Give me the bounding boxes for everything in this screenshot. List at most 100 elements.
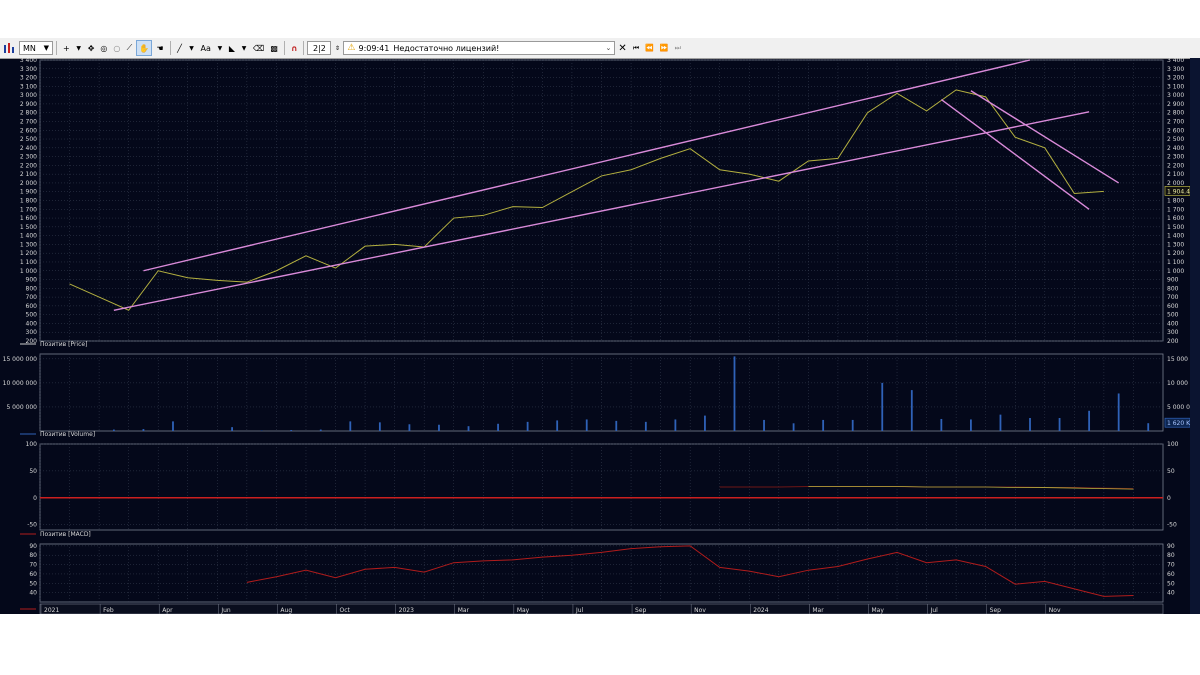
y-tick-label-right: 15 000 0 xyxy=(1167,356,1190,363)
legend-label: Позитив [Price] xyxy=(40,341,87,348)
clear-drawings-icon[interactable]: ▩ xyxy=(268,40,280,56)
time-axis-label: 2023 xyxy=(399,607,414,614)
y-tick-label-right: 2 400 xyxy=(1167,145,1184,152)
y-tick-label-right: 1 400 xyxy=(1167,233,1184,240)
volume-bar xyxy=(1147,423,1150,431)
last-volume-label: 1 620 K xyxy=(1167,420,1190,427)
panel-frame xyxy=(39,353,1164,432)
volume-bar xyxy=(851,419,854,431)
y-tick-label-right: 3 400 xyxy=(1167,58,1184,64)
time-axis-label: Jul xyxy=(930,607,939,614)
y-tick-label-left: 3 200 xyxy=(20,75,37,82)
y-tick-label-right: 40 xyxy=(1167,590,1175,597)
y-tick-label-left: 2 800 xyxy=(20,110,37,117)
volume-bar xyxy=(970,419,972,431)
volume-bar xyxy=(792,423,795,431)
y-tick-label-right: 2 600 xyxy=(1167,127,1184,134)
chart-type-icon[interactable] xyxy=(1,40,18,56)
close-icon[interactable]: ✕ xyxy=(616,40,628,56)
y-tick-label-left: 50 xyxy=(29,468,37,475)
warning-icon: ⚠ xyxy=(347,43,356,53)
ruler-icon[interactable]: ⟋ xyxy=(124,40,134,56)
time-axis-label: Aug xyxy=(280,607,292,614)
chevron-down-icon: ⌄ xyxy=(605,44,612,52)
text-tool-icon[interactable]: Aa xyxy=(199,40,213,56)
dropdown-arrow-icon[interactable]: ▼ xyxy=(187,40,197,56)
message-time: 9:09:41 xyxy=(358,43,390,53)
circle-icon[interactable]: ○ xyxy=(111,40,122,56)
dropdown-arrow-icon[interactable]: ▼ xyxy=(239,40,249,56)
volume-bar xyxy=(615,420,618,431)
pan-hand-icon[interactable]: ✋ xyxy=(136,40,153,56)
y-tick-label-right: 1 500 xyxy=(1167,224,1184,231)
y-tick-label-right: 600 xyxy=(1167,303,1179,310)
y-tick-label-right: 1 800 xyxy=(1167,198,1184,205)
next-page-icon[interactable]: ⏩ xyxy=(658,40,671,56)
y-tick-label-left: 600 xyxy=(26,303,38,310)
volume-bar xyxy=(408,424,411,431)
last-page-icon[interactable]: ⏭ xyxy=(673,40,683,56)
time-axis-label: Mar xyxy=(812,607,824,614)
y-tick-label-right: 3 000 xyxy=(1167,92,1184,99)
target-icon[interactable]: ◎ xyxy=(98,40,109,56)
volume-bar xyxy=(231,427,233,431)
time-axis-label: Mar xyxy=(458,607,470,614)
y-tick-label-right: 90 xyxy=(1167,543,1175,550)
volume-bar xyxy=(290,430,293,431)
volume-bar xyxy=(1058,418,1061,431)
time-axis-label: 2021 xyxy=(44,607,59,614)
y-tick-label-right: 300 xyxy=(1167,329,1179,336)
price-line xyxy=(69,89,1104,311)
y-tick-label-left: 15 000 000 xyxy=(3,356,38,363)
hand-icon[interactable]: ☚ xyxy=(154,40,165,56)
y-tick-label-left: 1 000 xyxy=(20,268,37,275)
y-tick-label-right: 400 xyxy=(1167,320,1179,327)
time-axis-label: Sep xyxy=(635,607,647,614)
time-axis-label: May xyxy=(871,607,884,614)
volume-bar xyxy=(940,418,943,431)
magnet-icon[interactable]: ∩ xyxy=(289,40,300,56)
volume-bar xyxy=(999,414,1002,431)
y-tick-label-right: 60 xyxy=(1167,571,1175,578)
y-tick-label-left: 1 400 xyxy=(20,233,37,240)
volume-bar xyxy=(1117,393,1120,431)
y-tick-label-right: 80 xyxy=(1167,552,1175,559)
crosshair-icon[interactable]: + xyxy=(61,40,72,56)
chart-area[interactable]: 200 200300 300400 400500 500600 600700 700800 8… xyxy=(0,58,1190,614)
volume-bar xyxy=(556,420,559,431)
y-tick-label-right: 900 xyxy=(1167,277,1179,284)
y-tick-label-left: 3 100 xyxy=(20,83,37,90)
message-text: Недостаточно лицензий! xyxy=(393,43,500,53)
volume-bar xyxy=(1029,418,1031,431)
y-tick-label-right: 1 200 xyxy=(1167,250,1184,257)
toolbar-separator xyxy=(303,41,305,55)
y-tick-label-left: 2 000 xyxy=(20,180,37,187)
y-tick-label-left: 60 xyxy=(29,571,37,578)
volume-bar xyxy=(526,421,529,431)
y-tick-label-right: 100 xyxy=(1167,441,1179,448)
dropdown-arrow-icon[interactable]: ▼ xyxy=(215,40,225,56)
timeframe-select[interactable]: MN ▼ xyxy=(19,41,53,55)
y-tick-label-right: 2 100 xyxy=(1167,171,1184,178)
message-box[interactable]: ⚠ 9:09:41 Недостаточно лицензий! ⌄ xyxy=(343,41,616,55)
y-tick-label-left: 100 xyxy=(26,441,38,448)
y-tick-label-right: 800 xyxy=(1167,285,1179,292)
volume-bar xyxy=(378,422,381,431)
y-tick-label-right: 0 xyxy=(1167,495,1171,502)
y-tick-label-right: 700 xyxy=(1167,294,1179,301)
first-page-icon[interactable]: ⏮ xyxy=(631,40,641,56)
time-axis-label: Oct xyxy=(340,607,351,614)
eraser-icon[interactable]: ⌫ xyxy=(251,40,266,56)
arrow-marker-icon[interactable]: ◣ xyxy=(227,40,237,56)
volume-bar xyxy=(438,424,440,431)
dropdown-arrow-icon[interactable]: ▼ xyxy=(74,40,84,56)
volume-bar xyxy=(674,419,677,431)
y-tick-label-right: 1 300 xyxy=(1167,241,1184,248)
previous-page-icon[interactable]: ⏪ xyxy=(643,40,656,56)
volume-bar xyxy=(763,419,765,431)
trendline-icon[interactable]: ╱ xyxy=(175,40,185,56)
y-tick-label-left: 40 xyxy=(29,590,37,597)
move-icon[interactable]: ✥ xyxy=(86,40,97,56)
toolbar-separator xyxy=(56,41,57,55)
page-spinner-icon[interactable]: ⇕ xyxy=(332,40,342,56)
